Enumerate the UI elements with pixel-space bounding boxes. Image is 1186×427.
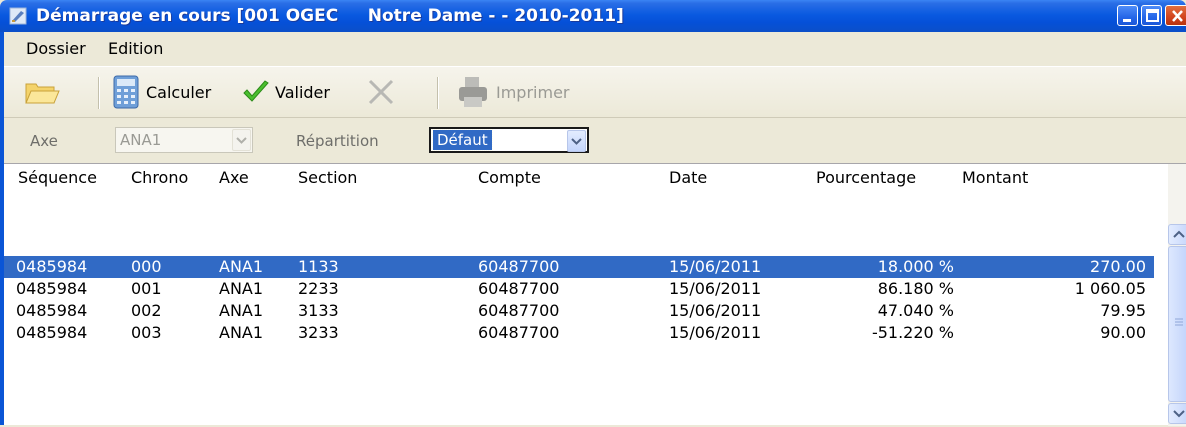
table-header: Séquence Chrono Axe Section Compte Date … — [4, 164, 1154, 192]
column-header-sequence[interactable]: Séquence — [18, 164, 97, 192]
column-header-montant[interactable]: Montant — [962, 164, 1028, 192]
cell-compte: 60487700 — [478, 279, 560, 298]
cell-chrono: 000 — [131, 257, 162, 276]
cell-compte: 60487700 — [478, 323, 560, 342]
toolbar-separator — [437, 77, 439, 109]
cell-pourcentage: 18.000 % — [877, 257, 954, 276]
cell-axe: ANA1 — [219, 279, 264, 298]
calculate-label: Calculer — [146, 82, 212, 102]
axe-value: ANA1 — [120, 131, 162, 149]
toolbar-separator — [98, 77, 100, 109]
repartition-label: Répartition — [296, 132, 379, 150]
cell-section: 3133 — [298, 301, 339, 320]
menu-dossier[interactable]: Dossier — [26, 32, 86, 66]
cell-section: 1133 — [298, 257, 339, 276]
cell-pourcentage: -51.220 % — [871, 323, 954, 342]
scroll-thumb[interactable] — [1168, 246, 1186, 402]
close-button[interactable] — [1165, 5, 1186, 26]
title-bar[interactable]: Démarrage en cours [001 OGEC Notre Dame … — [0, 0, 1186, 32]
cancel-button[interactable] — [366, 67, 396, 117]
checkmark-icon — [243, 80, 269, 102]
chevron-down-icon — [567, 130, 586, 152]
calculate-button[interactable]: Calculer — [112, 67, 211, 117]
cell-pourcentage: 47.040 % — [877, 301, 954, 320]
maximize-button[interactable] — [1141, 5, 1162, 26]
cell-axe: ANA1 — [219, 323, 264, 342]
print-button[interactable]: Imprimer — [456, 67, 570, 117]
cell-montant: 79.95 — [1100, 301, 1146, 320]
cell-sequence: 0485984 — [16, 301, 88, 320]
validate-label: Valider — [275, 82, 330, 102]
menu-bar: Dossier Edition — [4, 32, 1186, 66]
minimize-button[interactable] — [1117, 5, 1138, 26]
cell-chrono: 002 — [131, 301, 162, 320]
validate-button[interactable]: Valider — [241, 67, 330, 117]
cell-sequence: 0485984 — [16, 279, 88, 298]
cell-compte: 60487700 — [478, 301, 560, 320]
open-button[interactable] — [24, 67, 60, 117]
cell-chrono: 001 — [131, 279, 162, 298]
window-title: Démarrage en cours [001 OGEC Notre Dame … — [36, 6, 624, 26]
scroll-down-button[interactable] — [1168, 403, 1186, 424]
chevron-up-icon — [1173, 230, 1185, 238]
column-header-axe[interactable]: Axe — [219, 164, 249, 192]
scroll-up-button[interactable] — [1168, 224, 1186, 245]
chevron-down-icon — [232, 129, 251, 151]
vertical-scrollbar[interactable] — [1168, 164, 1186, 426]
cell-pourcentage: 86.180 % — [877, 279, 954, 298]
app-icon — [9, 7, 27, 25]
toolbar: Calculer Valider Imprimer — [4, 66, 1186, 118]
cell-date: 15/06/2011 — [669, 323, 762, 342]
cell-montant: 90.00 — [1100, 323, 1146, 342]
column-header-chrono[interactable]: Chrono — [131, 164, 188, 192]
cancel-x-icon — [368, 79, 394, 105]
cell-date: 15/06/2011 — [669, 301, 762, 320]
cell-section: 2233 — [298, 279, 339, 298]
cell-sequence: 0485984 — [16, 323, 88, 342]
table-row[interactable]: 0485984 003 ANA1 3233 60487700 15/06/201… — [4, 322, 1154, 344]
maximize-icon — [1146, 9, 1159, 22]
table-row[interactable]: 0485984 000 ANA1 1133 60487700 15/06/201… — [4, 256, 1154, 278]
menu-edition[interactable]: Edition — [108, 32, 163, 66]
table-row[interactable]: 0485984 001 ANA1 2233 60487700 15/06/201… — [4, 278, 1154, 300]
cell-section: 3233 — [298, 323, 339, 342]
axe-label: Axe — [30, 132, 58, 150]
folder-open-icon — [25, 83, 60, 104]
grip-icon — [1175, 318, 1183, 326]
repartition-select[interactable]: Défaut — [429, 127, 589, 153]
analytics-table[interactable]: Séquence Chrono Axe Section Compte Date … — [4, 163, 1186, 426]
cell-montant: 1 060.05 — [1074, 279, 1146, 298]
column-header-section[interactable]: Section — [298, 164, 357, 192]
cell-axe: ANA1 — [219, 301, 264, 320]
minimize-icon — [1123, 19, 1131, 22]
column-header-pourcentage[interactable]: Pourcentage — [816, 164, 916, 192]
cell-axe: ANA1 — [219, 257, 264, 276]
column-header-date[interactable]: Date — [669, 164, 707, 192]
cell-compte: 60487700 — [478, 257, 560, 276]
print-label: Imprimer — [496, 82, 570, 102]
cell-date: 15/06/2011 — [669, 257, 762, 276]
axe-select[interactable]: ANA1 — [115, 127, 253, 153]
close-icon — [1172, 10, 1183, 22]
repartition-value: Défaut — [432, 129, 493, 151]
cell-sequence: 0485984 — [16, 257, 88, 276]
cell-date: 15/06/2011 — [669, 279, 762, 298]
chevron-down-icon — [1173, 410, 1185, 418]
printer-icon — [459, 77, 487, 107]
cell-montant: 270.00 — [1090, 257, 1146, 276]
calculator-icon — [113, 75, 139, 109]
column-header-compte[interactable]: Compte — [478, 164, 541, 192]
cell-chrono: 003 — [131, 323, 162, 342]
filter-bar: Axe ANA1 Répartition Défaut — [4, 119, 1186, 163]
table-row[interactable]: 0485984 002 ANA1 3133 60487700 15/06/201… — [4, 300, 1154, 322]
